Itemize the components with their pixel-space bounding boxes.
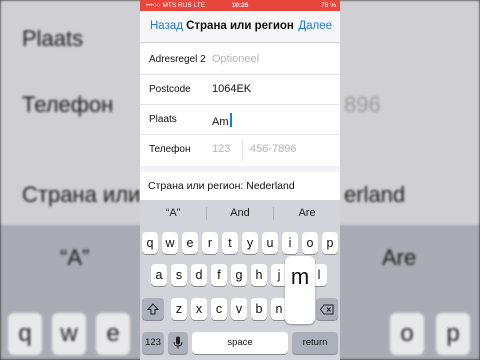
key-f[interactable]: f <box>211 264 227 286</box>
key-q[interactable]: q <box>142 232 158 254</box>
phone-number-field[interactable]: 456-7896 <box>250 143 297 155</box>
key-popup: m <box>285 256 315 324</box>
key-x[interactable]: x <box>191 298 207 320</box>
key-d[interactable]: d <box>191 264 207 286</box>
microphone-icon <box>173 336 183 349</box>
key-z[interactable]: z <box>171 298 187 320</box>
phone-divider <box>242 139 243 161</box>
plaats-value: Am <box>212 116 229 128</box>
key-g[interactable]: g <box>231 264 247 286</box>
bg-telefoon-label: Телефон <box>22 92 114 117</box>
bg-key-e: e <box>96 313 130 355</box>
dictation-key[interactable] <box>168 332 188 354</box>
bg-key-w: w <box>52 313 86 355</box>
key-t[interactable]: t <box>222 232 238 254</box>
return-key[interactable]: return <box>292 332 338 354</box>
shift-key[interactable] <box>142 298 164 320</box>
status-bar: •••○○ MTS RUS LTE 10:26 76 % <box>140 0 340 11</box>
key-a[interactable]: a <box>151 264 167 286</box>
form-row-plaats[interactable]: Plaats Am <box>140 105 340 135</box>
phone-area-field[interactable]: 123 <box>212 143 230 155</box>
phone-label: Телефон <box>149 144 191 155</box>
address-form: Adresregel 2 Optioneel Postcode 1064EK P… <box>140 43 340 166</box>
phone-screen: •••○○ MTS RUS LTE 10:26 76 % Назад Стран… <box>140 0 340 360</box>
country-region-row[interactable]: Страна или регион: Nederland <box>140 172 340 200</box>
key-o[interactable]: o <box>302 232 318 254</box>
address2-field[interactable]: Optioneel <box>212 53 259 65</box>
shift-icon <box>146 303 160 315</box>
suggestion-2[interactable]: And <box>207 207 273 219</box>
suggestion-1[interactable]: “A” <box>140 207 206 219</box>
postcode-label: Postcode <box>149 84 191 95</box>
key-e[interactable]: e <box>182 232 198 254</box>
bg-sug-left: “A” <box>60 245 90 270</box>
backspace-icon <box>319 304 334 315</box>
space-key[interactable]: space <box>192 332 288 354</box>
key-y[interactable]: y <box>242 232 258 254</box>
bg-sug-right: Are <box>382 245 417 270</box>
key-p[interactable]: p <box>322 232 338 254</box>
key-u[interactable]: u <box>262 232 278 254</box>
key-w[interactable]: w <box>162 232 178 254</box>
status-time: 10:26 <box>231 2 249 9</box>
suggestion-bar: “A” And Are <box>140 200 340 226</box>
key-v[interactable]: v <box>231 298 247 320</box>
key-b[interactable]: b <box>251 298 267 320</box>
key-popup-letter: m <box>290 264 310 289</box>
key-s[interactable]: s <box>171 264 187 286</box>
bg-country-right: erland <box>344 182 406 207</box>
plaats-label: Plaats <box>149 114 177 125</box>
bg-key-q: q <box>8 313 42 355</box>
bg-key-p: p <box>436 313 470 355</box>
key-c[interactable]: c <box>211 298 227 320</box>
text-cursor <box>229 113 232 127</box>
form-row-address2[interactable]: Adresregel 2 Optioneel <box>140 45 340 75</box>
key-r[interactable]: r <box>202 232 218 254</box>
suggestion-3[interactable]: Are <box>274 207 340 219</box>
plaats-field[interactable]: Am <box>212 113 232 128</box>
navigation-bar: Назад Страна или регион Далее <box>140 11 340 43</box>
numbers-key[interactable]: 123 <box>142 332 164 354</box>
bg-plaats-label: Plaats <box>22 26 84 51</box>
form-row-phone[interactable]: Телефон 123 456-7896 <box>140 135 340 165</box>
key-h[interactable]: h <box>251 264 267 286</box>
bg-country-left: Страна или <box>22 182 141 207</box>
battery-indicator: 76 % <box>321 2 336 9</box>
bg-key-o: o <box>390 313 424 355</box>
key-i[interactable]: i <box>282 232 298 254</box>
bg-phone-digits: 896 <box>344 92 381 117</box>
postcode-field[interactable]: 1064EK <box>212 83 251 95</box>
next-button[interactable]: Далее <box>298 20 332 32</box>
form-row-postcode[interactable]: Postcode 1064EK <box>140 75 340 105</box>
backspace-key[interactable] <box>316 298 338 320</box>
address2-label: Adresregel 2 <box>149 54 206 65</box>
